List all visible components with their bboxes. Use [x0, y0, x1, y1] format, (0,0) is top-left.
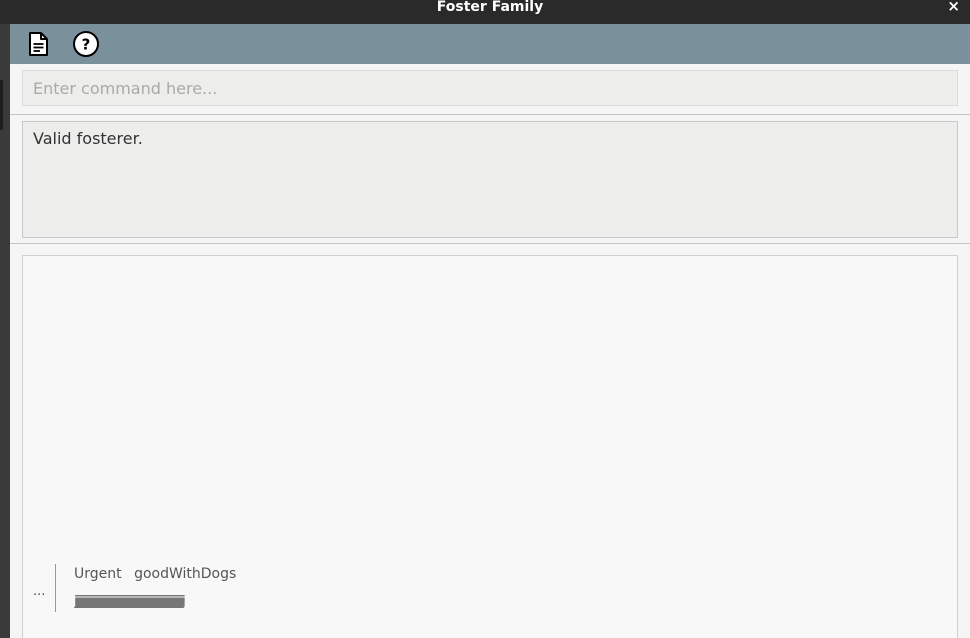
app-window: Foster Family × ? Valid fosterer. — [10, 0, 970, 638]
card-separator — [55, 564, 56, 612]
command-input[interactable] — [22, 70, 958, 106]
card-index: ... — [33, 584, 46, 599]
svg-text:?: ? — [82, 36, 91, 54]
divider-top — [10, 114, 970, 115]
menu-bar: ? — [10, 24, 970, 64]
fosterer-list[interactable]: ... Urgent goodWithDogs jjjjjjjjjjjjjjjj… — [22, 255, 958, 638]
background-window-edge — [0, 24, 10, 638]
help-icon[interactable]: ? — [72, 30, 100, 58]
background-window-mark — [0, 80, 3, 130]
card-name: jjjjjjjjjjjjjjjjjjjjjjjjjjjjjjjjjjjjjjjj… — [74, 594, 186, 609]
divider-bottom — [10, 243, 970, 244]
document-icon[interactable] — [24, 30, 52, 58]
tag-urgent: Urgent — [74, 566, 122, 582]
close-button[interactable]: × — [947, 0, 960, 14]
window-title: Foster Family — [436, 0, 544, 15]
result-display: Valid fosterer. — [22, 121, 958, 238]
command-box — [10, 64, 970, 114]
card-tags: Urgent goodWithDogs — [74, 566, 244, 582]
list-item[interactable]: ... Urgent goodWithDogs jjjjjjjjjjjjjjjj… — [23, 562, 957, 622]
result-text: Valid fosterer. — [33, 129, 143, 148]
tag-good-with-dogs: goodWithDogs — [134, 566, 237, 582]
title-bar: Foster Family × — [10, 0, 970, 24]
